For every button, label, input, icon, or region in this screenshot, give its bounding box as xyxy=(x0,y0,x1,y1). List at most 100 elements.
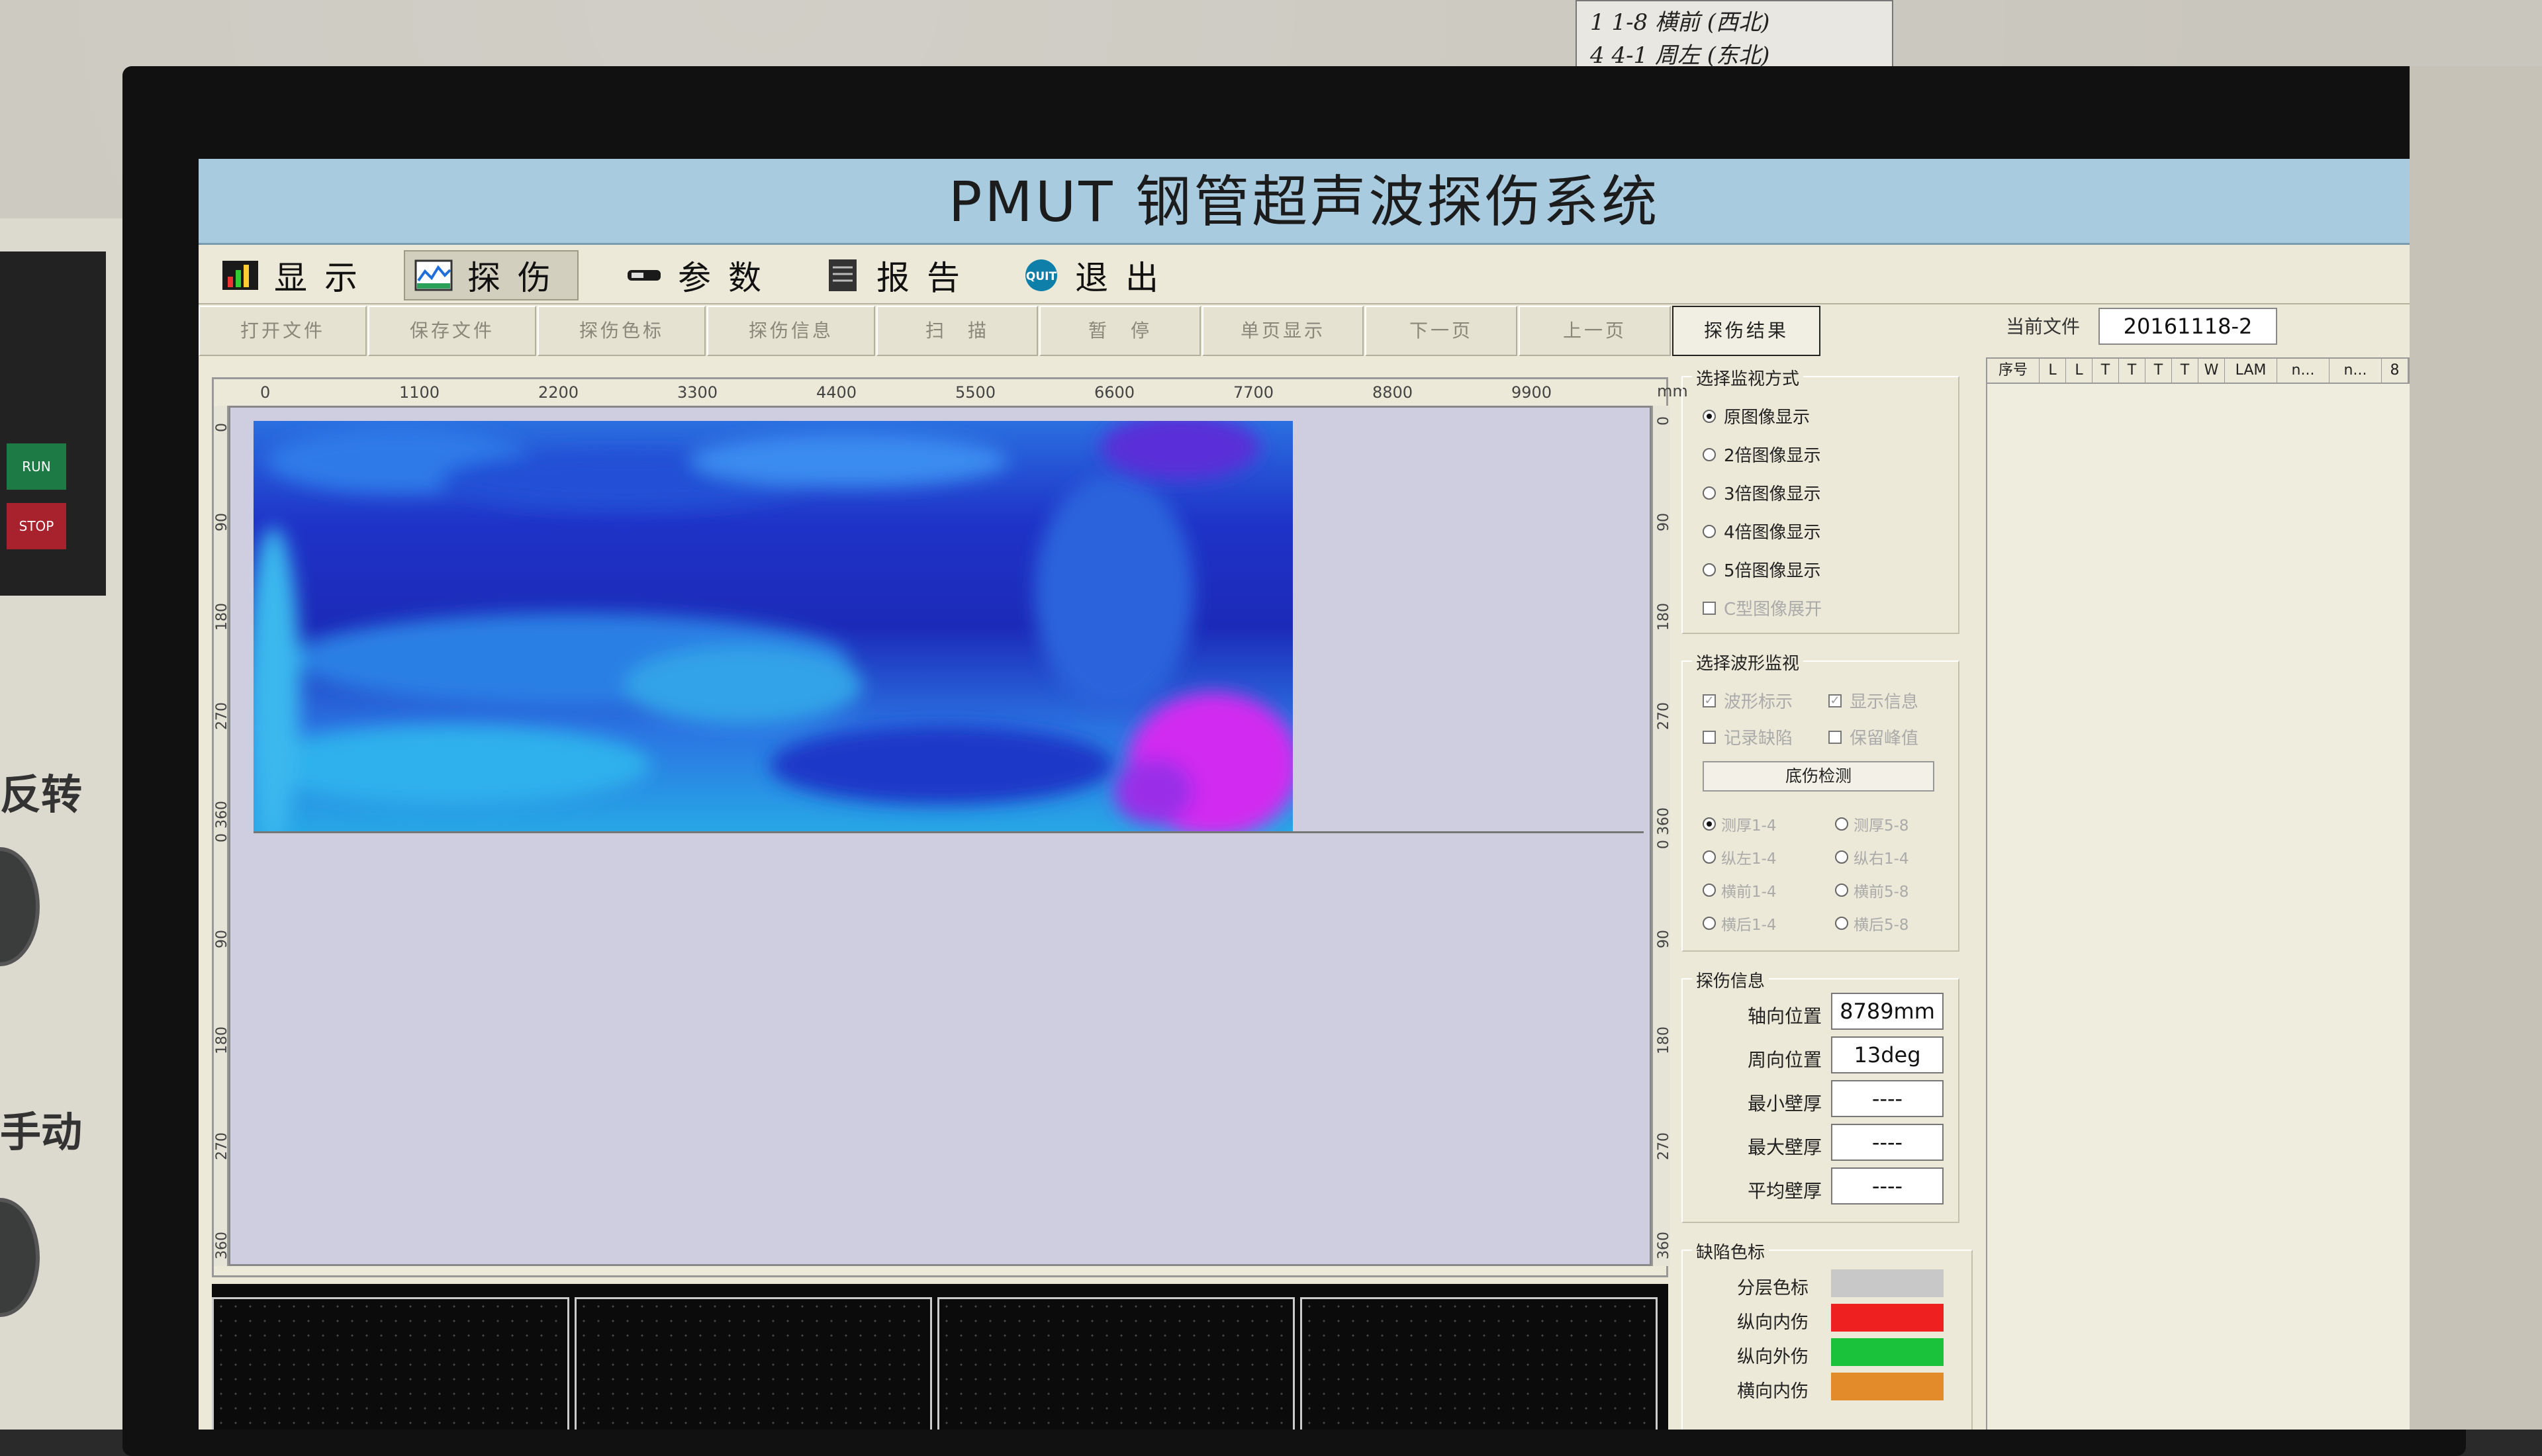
check-show-info[interactable]: ✓ 显示信息 xyxy=(1828,688,1918,713)
channel-radio[interactable]: 纵左1-4 xyxy=(1703,846,1777,868)
save-file-button[interactable]: 保存文件 xyxy=(368,306,536,356)
radio-button[interactable] xyxy=(1703,486,1716,500)
waveform-pane[interactable] xyxy=(575,1297,932,1430)
waveform-pane[interactable] xyxy=(212,1297,569,1430)
color-swatch[interactable] xyxy=(1831,1373,1944,1400)
next-page-button[interactable]: 下一页 xyxy=(1365,306,1517,356)
color-swatch[interactable] xyxy=(1831,1269,1944,1297)
radio-3x[interactable]: 3倍图像显示 xyxy=(1703,480,1821,505)
menu-quit[interactable]: QUIT 退出 xyxy=(1013,250,1185,300)
radio-5x[interactable]: 5倍图像显示 xyxy=(1703,557,1821,582)
col-head[interactable]: W xyxy=(2198,359,2225,383)
check-wave-mark[interactable]: ✓ 波形标示 xyxy=(1703,688,1793,713)
col-head[interactable]: n... xyxy=(2330,359,2382,383)
col-head[interactable]: 序号 xyxy=(1987,359,2040,383)
checkbox[interactable]: ✓ xyxy=(1703,694,1716,707)
radio-button[interactable] xyxy=(1835,850,1848,864)
col-head[interactable]: n... xyxy=(2277,359,2330,383)
radio-button[interactable] xyxy=(1835,817,1848,831)
channel-radio[interactable]: 横后1-4 xyxy=(1703,912,1777,934)
checkbox-label: 记录缺陷 xyxy=(1724,729,1793,749)
radio-button[interactable] xyxy=(1703,850,1716,864)
open-file-button[interactable]: 打开文件 xyxy=(199,306,367,356)
bottom-flaw-detect-button[interactable]: 底伤检测 xyxy=(1703,761,1934,792)
x-tick-label: 2200 xyxy=(538,383,579,402)
menu-inspect[interactable]: 探伤 xyxy=(404,250,579,300)
pause-button[interactable]: 暂 停 xyxy=(1039,306,1201,356)
checkbox[interactable] xyxy=(1703,601,1716,615)
current-file-field[interactable]: 20161118-2 xyxy=(2098,308,2277,345)
scan-divider xyxy=(254,831,1644,833)
col-head[interactable]: T xyxy=(2093,359,2119,383)
checkbox[interactable] xyxy=(1703,730,1716,744)
app-window: PMUT 钢管超声波探伤系统 显示 探伤 参数 报告 QUIT 退出 打开文件 … xyxy=(199,159,2410,1430)
info-label: 最大壁厚 xyxy=(1747,1136,1822,1158)
radio-original[interactable]: 原图像显示 xyxy=(1703,404,1810,428)
channel-radio[interactable]: 横后5-8 xyxy=(1835,912,1909,934)
knob[interactable] xyxy=(0,847,40,966)
run-button[interactable]: RUN xyxy=(7,443,66,490)
cabinet-label-manual: 手动 xyxy=(0,1108,83,1156)
color-label: 分层色标 xyxy=(1737,1278,1809,1298)
radio-label: 3倍图像显示 xyxy=(1724,484,1821,504)
checkbox[interactable]: ✓ xyxy=(1828,694,1842,707)
quit-icon: QUIT xyxy=(1025,259,1057,291)
color-swatch[interactable] xyxy=(1831,1304,1944,1332)
channel-radio[interactable]: 测厚5-8 xyxy=(1835,813,1909,835)
col-head[interactable]: T xyxy=(2172,359,2198,383)
flaw-info-button[interactable]: 探伤信息 xyxy=(707,306,875,356)
prev-page-button[interactable]: 上一页 xyxy=(1519,306,1671,356)
waveform-pane[interactable] xyxy=(1300,1297,1658,1430)
radio-button[interactable] xyxy=(1703,917,1716,930)
knob[interactable] xyxy=(0,1198,40,1317)
menu-parameters[interactable]: 参数 xyxy=(616,250,788,300)
monitor-mode-group: 选择监视方式 原图像显示 2倍图像显示 3倍图像显示 4倍图像显示 5倍图像显示 xyxy=(1681,365,1959,634)
results-button[interactable]: 探伤结果 xyxy=(1672,306,1820,356)
channel-label: 测厚5-8 xyxy=(1854,817,1909,835)
radio-button[interactable] xyxy=(1703,563,1716,576)
max-thickness-field: ---- xyxy=(1831,1124,1944,1161)
channel-label: 纵左1-4 xyxy=(1721,850,1777,868)
radio-button[interactable] xyxy=(1703,409,1716,423)
col-head[interactable]: L xyxy=(2040,359,2066,383)
stop-button[interactable]: STOP xyxy=(7,503,66,549)
cabinet-label-reverse: 反转 xyxy=(0,770,83,819)
scan-button[interactable]: 扫 描 xyxy=(876,306,1038,356)
col-head[interactable]: LAM xyxy=(2225,359,2277,383)
radio-button[interactable] xyxy=(1835,884,1848,897)
col-head[interactable]: T xyxy=(2119,359,2145,383)
radio-4x[interactable]: 4倍图像显示 xyxy=(1703,519,1821,543)
channel-radio[interactable]: 横前5-8 xyxy=(1835,879,1909,901)
radio-button[interactable] xyxy=(1703,524,1716,538)
menu-label: 报告 xyxy=(876,259,977,297)
radio-label: 5倍图像显示 xyxy=(1724,561,1821,581)
single-page-button[interactable]: 单页显示 xyxy=(1202,306,1364,356)
channel-radio[interactable]: 纵右1-4 xyxy=(1835,846,1909,868)
waveform-pane[interactable] xyxy=(937,1297,1295,1430)
scan-canvas[interactable] xyxy=(228,406,1652,1266)
color-swatch[interactable] xyxy=(1831,1338,1944,1366)
title-bar: PMUT 钢管超声波探伤系统 xyxy=(199,159,2410,245)
channel-radio[interactable]: 横前1-4 xyxy=(1703,879,1777,901)
menu-display[interactable]: 显示 xyxy=(212,250,384,300)
radio-2x[interactable]: 2倍图像显示 xyxy=(1703,442,1821,467)
group-title: 选择监视方式 xyxy=(1692,365,1804,390)
check-keep-peak[interactable]: 保留峰值 xyxy=(1828,725,1918,749)
col-head[interactable]: T xyxy=(2145,359,2172,383)
paper-note: 1 1-8 横前 (西北) 4 4-1 周左 (东北) xyxy=(1576,0,1893,73)
radio-button[interactable] xyxy=(1703,817,1716,831)
radio-button[interactable] xyxy=(1703,447,1716,461)
color-scale-button[interactable]: 探伤色标 xyxy=(538,306,706,356)
col-head[interactable]: L xyxy=(2066,359,2093,383)
check-record-defect[interactable]: 记录缺陷 xyxy=(1703,725,1793,749)
col-head[interactable]: 8 xyxy=(2382,359,2408,383)
radio-button[interactable] xyxy=(1703,884,1716,897)
circumferential-position-row: 周向位置 13deg xyxy=(1683,1036,1948,1076)
checkbox[interactable] xyxy=(1828,730,1842,744)
radio-button[interactable] xyxy=(1835,917,1848,930)
channel-radio[interactable]: 测厚1-4 xyxy=(1703,813,1777,835)
channel-label: 横前5-8 xyxy=(1854,884,1909,901)
c-scan-expand-checkbox[interactable]: C型图像展开 xyxy=(1703,596,1822,620)
menu-report[interactable]: 报告 xyxy=(814,250,986,300)
results-body[interactable] xyxy=(1986,384,2410,1430)
